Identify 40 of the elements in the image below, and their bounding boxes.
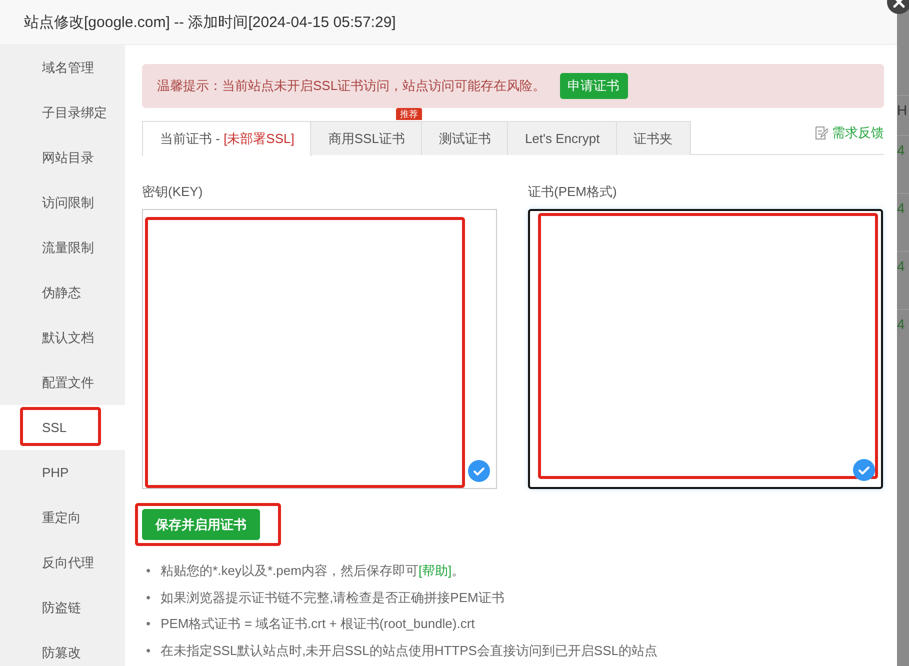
recommend-ribbon: 推荐 [396,108,422,120]
table-cell: H [897,95,909,135]
bullet-marker: • [146,642,151,660]
tab[interactable]: 证书夹 [616,121,691,155]
sidebar-item[interactable]: 伪静态 [0,270,125,315]
bullet-marker: • [146,562,151,580]
bullet-marker: • [146,615,151,633]
sidebar-item[interactable]: 网站目录 [0,135,125,180]
table-cell: 4 [897,309,909,367]
sidebar-item[interactable]: 流量限制 [0,225,125,270]
sidebar-item[interactable]: 反向代理 [0,540,125,585]
sidebar-item[interactable]: 防盗链 [0,585,125,630]
sidebar-item[interactable]: 子目录绑定 [0,90,125,135]
help-note: 在未指定SSL默认站点时,未开启SSL的站点使用HTTPS会直接访问到已开启SSL的站点 [160,642,658,660]
tab[interactable]: 商用SSL证书 [310,121,423,155]
edit-note-icon [815,126,828,140]
check-icon [468,460,490,482]
window-title: 站点修改[google.com] -- 添加时间[2024-04-15 05:57:29] [24,12,396,32]
check-icon [853,459,875,481]
field-label: 密钥(KEY) [142,183,204,201]
sidebar-item[interactable]: 防篡改 [0,630,125,666]
tab[interactable]: 测试证书 [420,121,509,155]
tab[interactable]: Let's Encrypt [506,121,618,155]
sidebar-item[interactable]: 配置文件 [0,360,125,405]
table-cell: 4 [897,135,909,193]
sidebar-item[interactable]: SSL [0,405,125,450]
bullet-marker: • [146,588,151,606]
help-note: 粘贴您的*.key以及*.pem内容，然后保存即可[帮助]。 [160,562,465,580]
sidebar-item[interactable]: PHP [0,450,125,495]
sidebar-item[interactable]: 访问限制 [0,180,125,225]
table-cell: 4 [897,193,909,251]
warning-text: 温馨提示：当前站点未开启SSL证书访问，站点访问可能存在风险。 [157,77,546,95]
field-label: 证书(PEM格式) [528,183,618,201]
table-cell: 4 [897,251,909,309]
help-note: 如果浏览器提示证书链不完整,请检查是否正确拼接PEM证书 [160,588,504,606]
help-note: PEM格式证书 = 域名证书.crt + 根证书(root_bundle).crt [160,615,475,633]
tab[interactable]: 当前证书 - [未部署SSL] [142,121,312,156]
sidebar-item[interactable]: 默认文档 [0,315,125,360]
sidebar-item[interactable]: 域名管理 [0,45,125,90]
sidebar-item[interactable]: 重定向 [0,495,125,540]
